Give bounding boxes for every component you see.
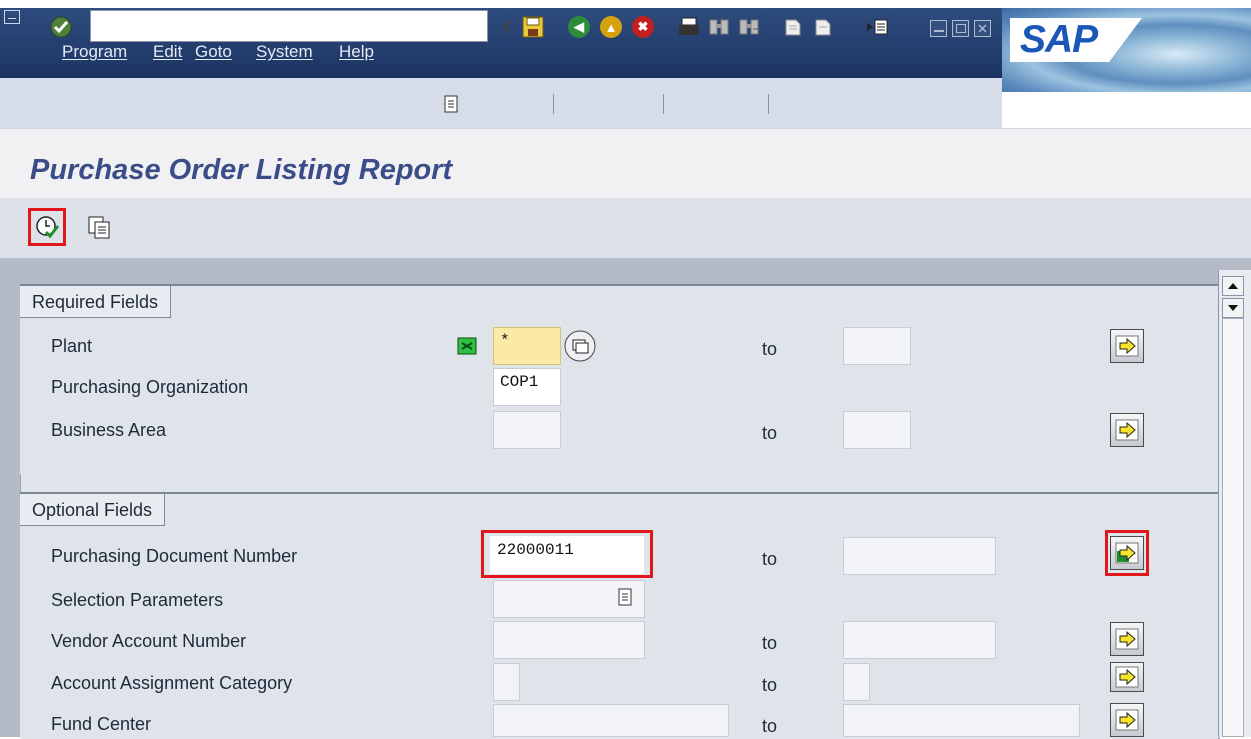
required-fields-title: Required Fields	[20, 286, 172, 318]
menu-help[interactable]: Help	[339, 42, 374, 62]
exit-icon[interactable]: ▲	[598, 14, 624, 40]
cancel-icon[interactable]: ✖	[630, 14, 656, 40]
purchasing-organization-label: Purchasing Organization	[51, 377, 249, 397]
print-icon[interactable]	[676, 14, 702, 40]
toolbar-separator	[768, 94, 769, 114]
save-icon[interactable]	[520, 14, 546, 40]
business-area-from-input[interactable]	[493, 411, 561, 449]
purchasing-document-number-to-input[interactable]	[843, 537, 996, 575]
create-session-icon[interactable]	[864, 14, 890, 40]
plant-to-label: to	[762, 339, 778, 359]
arrow-right-icon	[1115, 709, 1139, 731]
toolbar-separator	[553, 94, 554, 114]
required-entry-icon	[457, 336, 477, 356]
command-field[interactable]	[90, 10, 488, 42]
scroll-down-icon[interactable]	[1222, 298, 1244, 318]
account-assignment-category-label: Account Assignment Category	[51, 673, 293, 693]
arrow-right-icon	[1115, 419, 1139, 441]
fund-center-label: Fund Center	[51, 714, 152, 734]
page-title: Purchase Order Listing Report	[30, 154, 453, 186]
business-area-label: Business Area	[51, 420, 167, 440]
enter-icon[interactable]	[48, 14, 74, 40]
execute-button[interactable]	[28, 208, 66, 246]
arrow-right-icon	[1115, 628, 1139, 650]
account-assignment-category-to-label: to	[762, 675, 778, 695]
maximize-icon[interactable]	[952, 20, 969, 37]
scrollbar-track[interactable]	[1222, 318, 1244, 737]
vendor-account-number-to-label: to	[762, 633, 778, 653]
get-variant-button[interactable]	[80, 208, 118, 246]
fund-center-multiple-selection-button[interactable]	[1110, 703, 1144, 737]
get-variant-icon	[88, 216, 110, 239]
vendor-account-number-from-input[interactable]	[493, 621, 645, 659]
menu-system[interactable]: System	[256, 42, 313, 62]
arrow-right-icon	[1115, 542, 1139, 564]
sap-logo-text: SAP	[1020, 18, 1098, 61]
previous-page-icon[interactable]	[810, 14, 836, 40]
business-area-to-label: to	[762, 423, 778, 443]
vendor-account-number-to-input[interactable]	[843, 621, 996, 659]
vendor-multiple-selection-button[interactable]	[1110, 622, 1144, 656]
scroll-up-icon[interactable]	[1222, 276, 1244, 296]
possible-entries-icon[interactable]	[563, 329, 597, 363]
plant-multiple-selection-button[interactable]	[1110, 329, 1144, 363]
fund-center-from-input[interactable]	[493, 704, 729, 737]
account-assignment-multiple-selection-button[interactable]	[1110, 662, 1144, 692]
purchasing-organization-input[interactable]: COP1	[493, 368, 561, 406]
plant-label: Plant	[51, 336, 93, 356]
close-icon[interactable]	[974, 20, 991, 37]
menu-program[interactable]: Program	[62, 42, 127, 62]
account-assignment-category-from-input[interactable]	[493, 663, 520, 701]
fund-center-to-label: to	[762, 716, 778, 736]
minimize-icon[interactable]	[930, 20, 947, 37]
system-menu-icon[interactable]	[4, 10, 20, 24]
account-assignment-category-to-input[interactable]	[843, 663, 870, 701]
system-toolbar	[0, 78, 1002, 129]
optional-fields-title: Optional Fields	[20, 494, 166, 526]
plant-from-input[interactable]: *	[493, 327, 561, 365]
find-next-icon[interactable]	[736, 14, 762, 40]
plant-to-input[interactable]	[843, 327, 911, 365]
menu-goto[interactable]: Goto	[195, 42, 232, 62]
menu-edit[interactable]: Edit	[153, 42, 182, 62]
command-dropdown-icon[interactable]	[438, 80, 464, 128]
first-page-icon[interactable]	[780, 14, 806, 40]
back-icon[interactable]: ◀	[566, 14, 592, 40]
selection-parameters-label: Selection Parameters	[51, 590, 224, 610]
business-area-multiple-selection-button[interactable]	[1110, 413, 1144, 447]
sap-logo: SAP	[1002, 8, 1251, 92]
arrow-right-icon	[1115, 335, 1139, 357]
purchasing-document-number-from-input[interactable]: 22000011	[490, 536, 644, 574]
purchasing-document-multiple-selection-button[interactable]	[1110, 536, 1144, 570]
selection-parameters-dropdown-icon[interactable]	[618, 588, 632, 608]
execute-icon	[36, 216, 60, 239]
toolbar-separator	[663, 94, 664, 114]
business-area-to-input[interactable]	[843, 411, 911, 449]
top-strip	[0, 0, 1251, 8]
fund-center-to-input[interactable]	[843, 704, 1080, 737]
application-toolbar	[0, 198, 1251, 260]
find-icon[interactable]	[706, 14, 732, 40]
vendor-account-number-label: Vendor Account Number	[51, 631, 247, 651]
purchasing-document-number-to-label: to	[762, 549, 778, 569]
back-arrow-icon[interactable]	[494, 14, 520, 40]
purchasing-document-number-label: Purchasing Document Number	[51, 546, 298, 566]
arrow-right-icon	[1115, 666, 1139, 688]
